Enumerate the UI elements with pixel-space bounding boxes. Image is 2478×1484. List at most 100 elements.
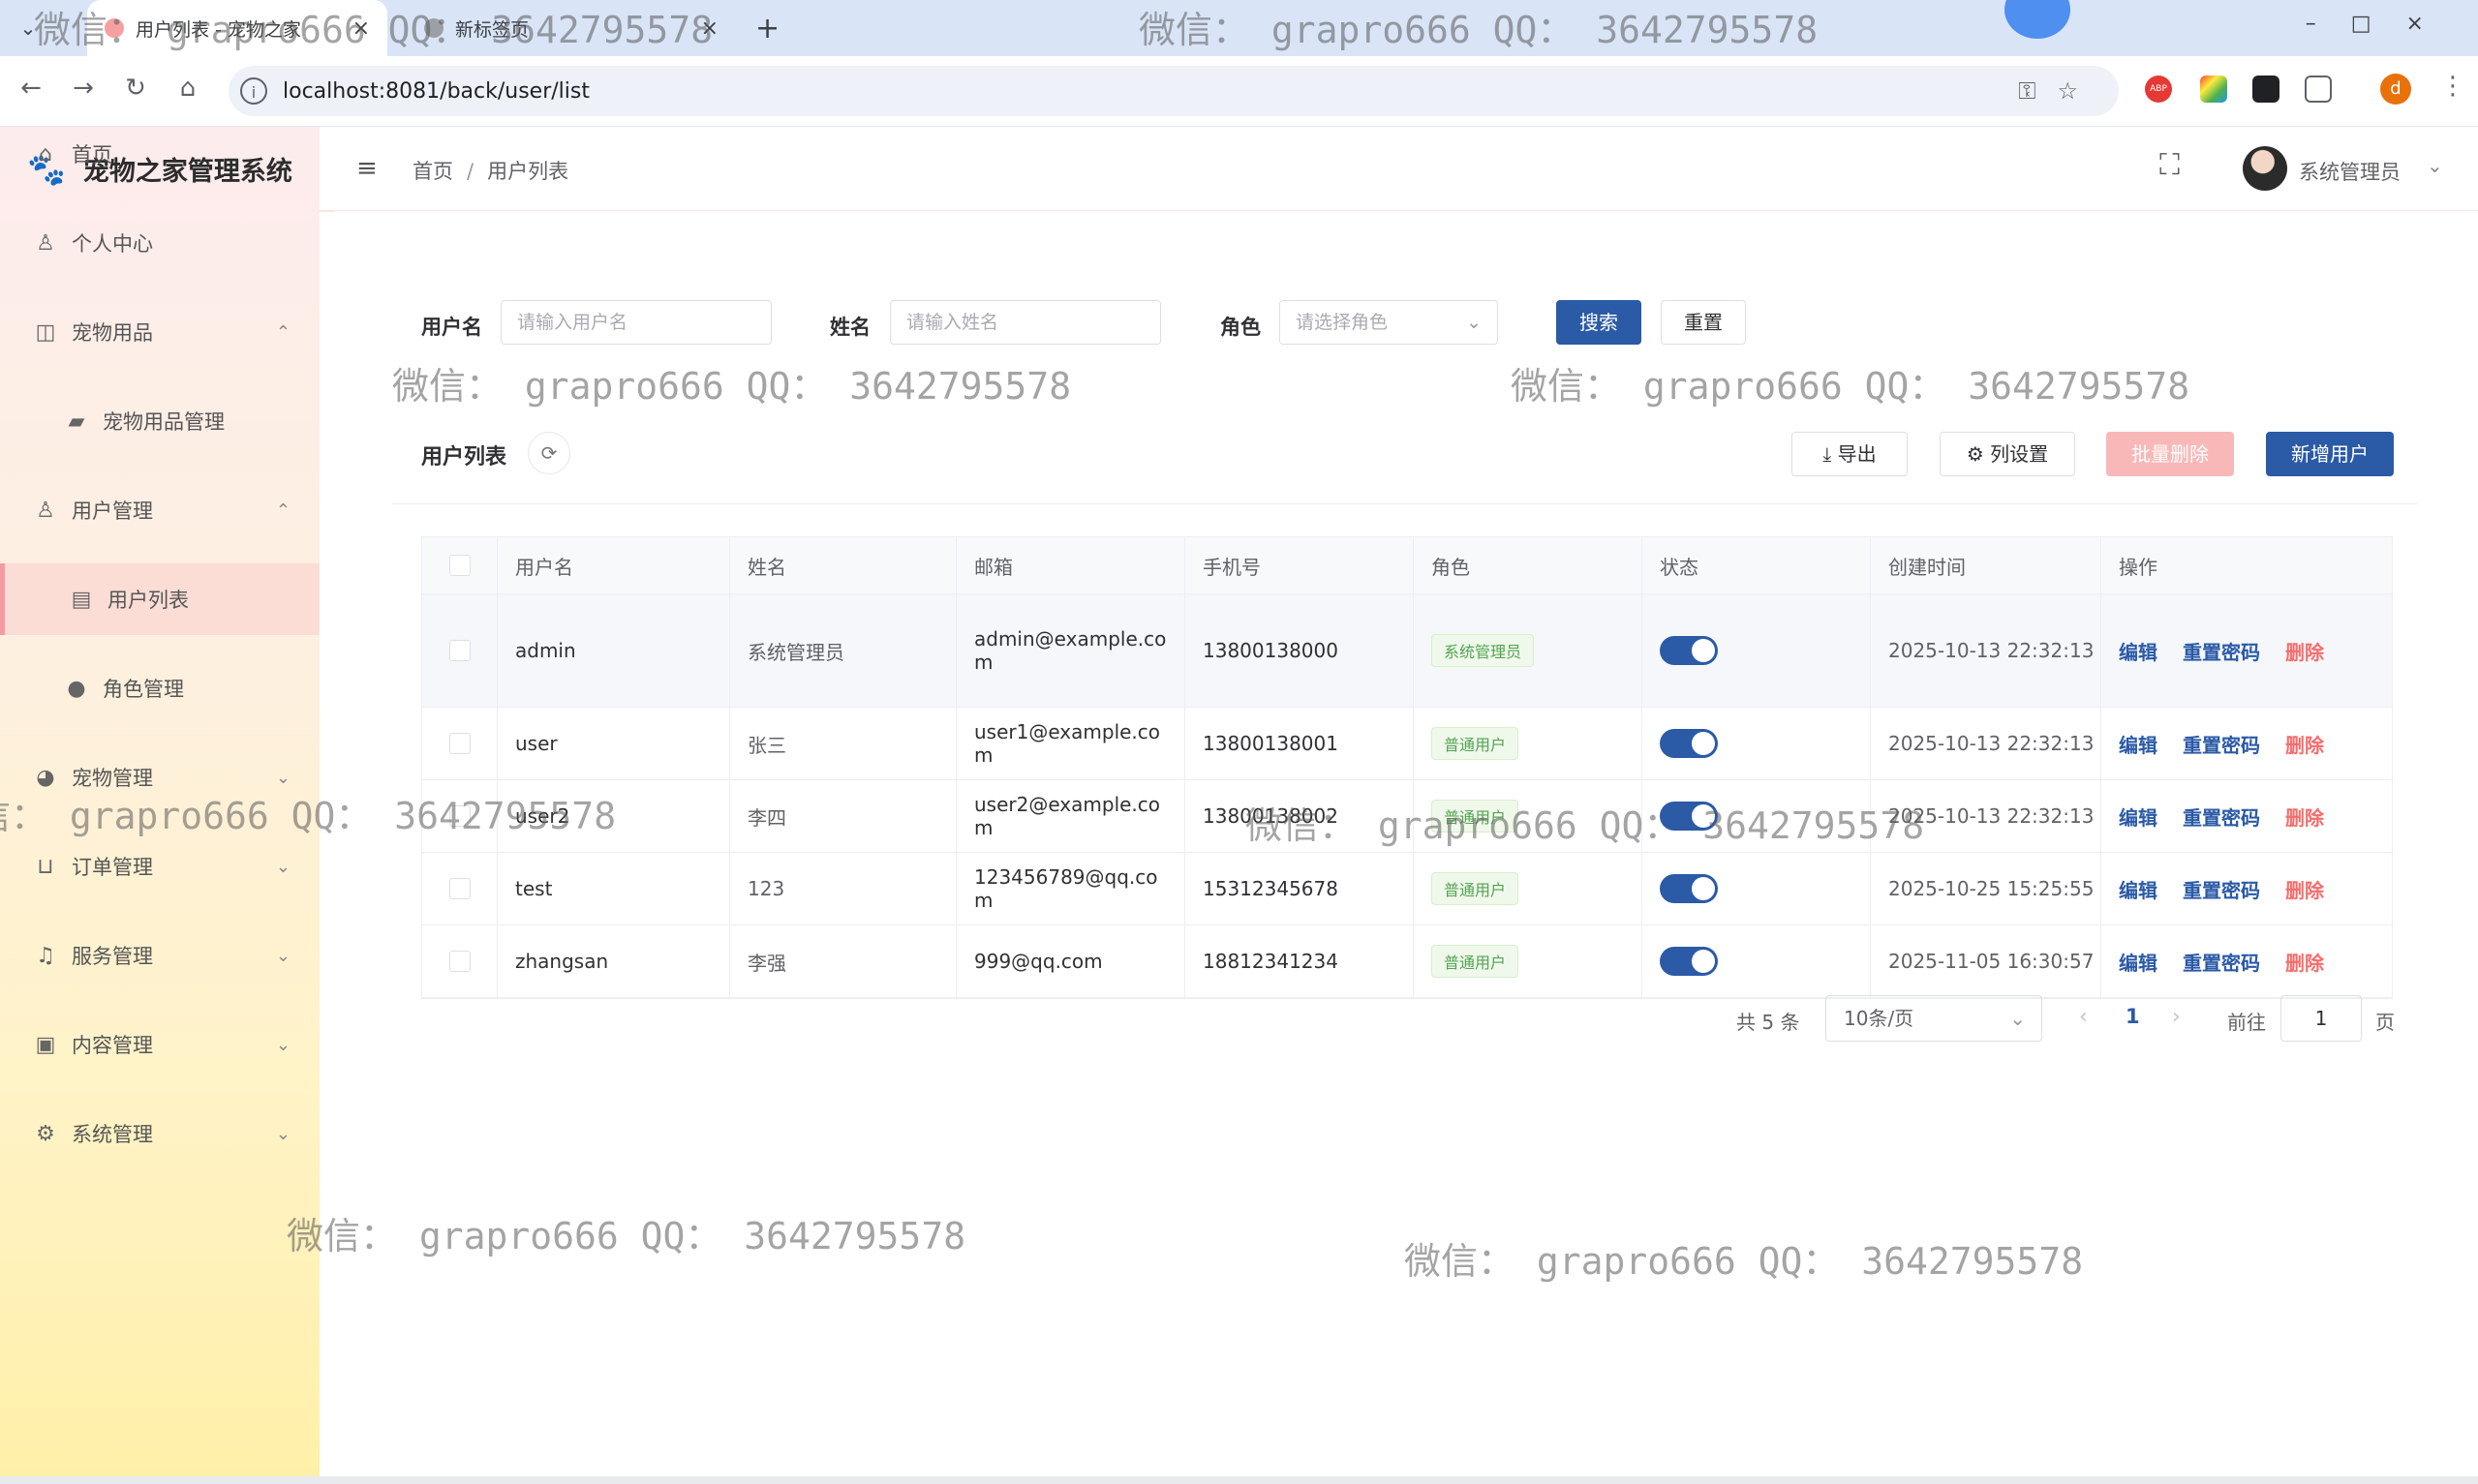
sidebar-item-1[interactable]: ♙ 个人中心: [0, 207, 320, 279]
username-input[interactable]: 请输入用户名: [501, 300, 772, 345]
role-tag: 普通用户: [1431, 872, 1519, 905]
sidebar-item-label: 系统管理: [72, 1123, 153, 1146]
sidebar-item-8[interactable]: ⊔ 订单管理 ⌄: [0, 831, 320, 902]
prev-page-icon[interactable]: ‹: [2079, 1005, 2088, 1029]
email-value: user1@example.com: [974, 720, 1161, 767]
reset-password-button[interactable]: 重置密码: [2183, 637, 2260, 665]
status-cell: [1642, 708, 1871, 779]
breadcrumb-home[interactable]: 首页: [413, 160, 453, 183]
edit-button[interactable]: 编辑: [2119, 637, 2157, 665]
column-header: 邮箱: [957, 537, 1185, 593]
email-value: 123456789@qq.com: [974, 865, 1158, 912]
sidebar-item-3[interactable]: ▰ 宠物用品管理: [0, 385, 320, 457]
goto-page-input[interactable]: 1: [2280, 995, 2362, 1042]
username-value: test: [515, 877, 553, 900]
phone-cell: 13800138001: [1185, 708, 1414, 779]
batch-delete-button[interactable]: 批量删除: [2106, 432, 2234, 476]
sidebar-item-10[interactable]: ▣ 内容管理 ⌄: [0, 1009, 320, 1080]
reload-icon[interactable]: ↻: [118, 74, 153, 103]
floating-assistant-icon[interactable]: [2004, 0, 2070, 39]
column-header: 手机号: [1185, 537, 1414, 593]
row-checkbox[interactable]: [448, 878, 471, 899]
row-checkbox[interactable]: [448, 640, 471, 661]
status-toggle[interactable]: [1660, 636, 1718, 665]
edit-button[interactable]: 编辑: [2119, 875, 2157, 903]
row-checkbox[interactable]: [448, 733, 471, 754]
user-name[interactable]: 系统管理员: [2299, 157, 2401, 186]
sidebar-item-2[interactable]: ◫ 宠物用品 ⌃: [0, 296, 320, 368]
window-controls[interactable]: –□×: [2306, 12, 2459, 36]
page-size-select[interactable]: 10条/页 ⌄: [1825, 995, 2042, 1042]
email-cell: user1@example.com: [957, 708, 1185, 779]
sidebar-item-5[interactable]: ▤ 用户列表: [0, 563, 320, 635]
column-settings-button[interactable]: ⚙ 列设置: [1940, 432, 2075, 476]
username-cell: user: [498, 708, 730, 779]
role-select[interactable]: 请选择角色 ⌄: [1279, 300, 1498, 345]
browser-menu-icon[interactable]: ⋮: [2440, 72, 2465, 101]
url-text[interactable]: localhost:8081/back/user/list: [283, 79, 590, 104]
name-input[interactable]: 请输入姓名: [890, 300, 1161, 345]
new-tab-icon[interactable]: +: [755, 12, 780, 45]
collapse-menu-icon[interactable]: ≡: [356, 154, 378, 183]
status-toggle[interactable]: [1660, 729, 1718, 758]
delete-button[interactable]: 删除: [2285, 875, 2324, 903]
row-checkbox[interactable]: [448, 951, 471, 972]
reset-password-button[interactable]: 重置密码: [2183, 803, 2260, 831]
watermark: 微信： grapro666 QQ： 3642795578: [1511, 365, 2190, 408]
add-user-button[interactable]: 新增用户: [2266, 432, 2394, 476]
chevron-down-icon[interactable]: ⌄: [2427, 154, 2443, 177]
reset-button[interactable]: 重置: [1661, 300, 1746, 345]
role-cell: 普通用户: [1414, 853, 1642, 924]
reset-password-button[interactable]: 重置密码: [2183, 730, 2260, 758]
status-toggle[interactable]: [1660, 874, 1718, 903]
gear-icon: ⚙: [1966, 442, 1991, 466]
home-icon[interactable]: ⌂: [170, 74, 205, 103]
site-info-icon[interactable]: i: [240, 77, 267, 105]
fullscreen-icon[interactable]: ⛶: [2159, 148, 2180, 182]
table-row[interactable]: user 张三 user1@example.com 13800138001 普通用户 20…: [422, 708, 2392, 780]
role-label: 角色: [1220, 316, 1261, 339]
reset-password-button[interactable]: 重置密码: [2183, 875, 2260, 903]
name-value: 张三: [748, 733, 786, 757]
edit-button[interactable]: 编辑: [2119, 730, 2157, 758]
toggle-knob: [1692, 877, 1715, 900]
sidebar-item-4[interactable]: ♙ 用户管理 ⌃: [0, 474, 320, 546]
table-row[interactable]: test 123 123456789@qq.com 15312345678 普通用户 20…: [422, 853, 2392, 925]
sidebar-item-6[interactable]: ● 角色管理: [0, 652, 320, 724]
delete-button[interactable]: 删除: [2285, 637, 2324, 665]
table-row[interactable]: admin 系统管理员 admin@example.com 13800138000 系统…: [422, 594, 2392, 708]
sidebar-item-0[interactable]: ⌂ 首页: [0, 118, 320, 190]
adblock-extension-icon[interactable]: ABP: [2145, 76, 2172, 103]
extensions-puzzle-icon[interactable]: [2305, 76, 2332, 103]
back-icon[interactable]: ←: [14, 74, 48, 103]
status-toggle[interactable]: [1660, 947, 1718, 976]
forward-icon[interactable]: →: [66, 74, 101, 103]
avatar[interactable]: [2243, 146, 2287, 191]
email-value: admin@example.com: [974, 627, 1167, 674]
edit-button[interactable]: 编辑: [2119, 803, 2157, 831]
table-row[interactable]: zhangsan 李强 999@qq.com 18812341234 普通用户 2025-…: [422, 925, 2392, 998]
delete-button[interactable]: 删除: [2285, 948, 2324, 976]
refresh-icon[interactable]: ⟳: [528, 432, 570, 474]
profile-avatar[interactable]: d: [2380, 74, 2411, 105]
sidebar-item-11[interactable]: ⚙ 系统管理 ⌄: [0, 1098, 320, 1169]
dark-extension-icon[interactable]: [2252, 76, 2279, 103]
search-button[interactable]: 搜索: [1556, 300, 1641, 345]
headset-icon: ♫: [36, 943, 55, 968]
delete-button[interactable]: 删除: [2285, 730, 2324, 758]
created-cell: 2025-10-25 15:25:55: [1871, 853, 2101, 924]
export-button[interactable]: ⤓ 导出: [1791, 432, 1908, 476]
bookmark-star-icon[interactable]: ⚿☆: [2018, 77, 2099, 105]
delete-button[interactable]: 删除: [2285, 803, 2324, 831]
address-bar[interactable]: i localhost:8081/back/user/list ⚿☆: [229, 66, 2119, 116]
current-page[interactable]: 1: [2126, 1005, 2140, 1028]
select-all-checkbox[interactable]: [448, 555, 471, 576]
sidebar-item-9[interactable]: ♫ 服务管理 ⌄: [0, 920, 320, 991]
next-page-icon[interactable]: ›: [2172, 1005, 2181, 1029]
column-header: 操作: [2119, 555, 2157, 579]
color-extension-icon[interactable]: [2200, 76, 2227, 103]
reset-password-button[interactable]: 重置密码: [2183, 948, 2260, 976]
email-cell: user2@example.com: [957, 780, 1185, 852]
edit-button[interactable]: 编辑: [2119, 948, 2157, 976]
email-cell: admin@example.com: [957, 594, 1185, 707]
